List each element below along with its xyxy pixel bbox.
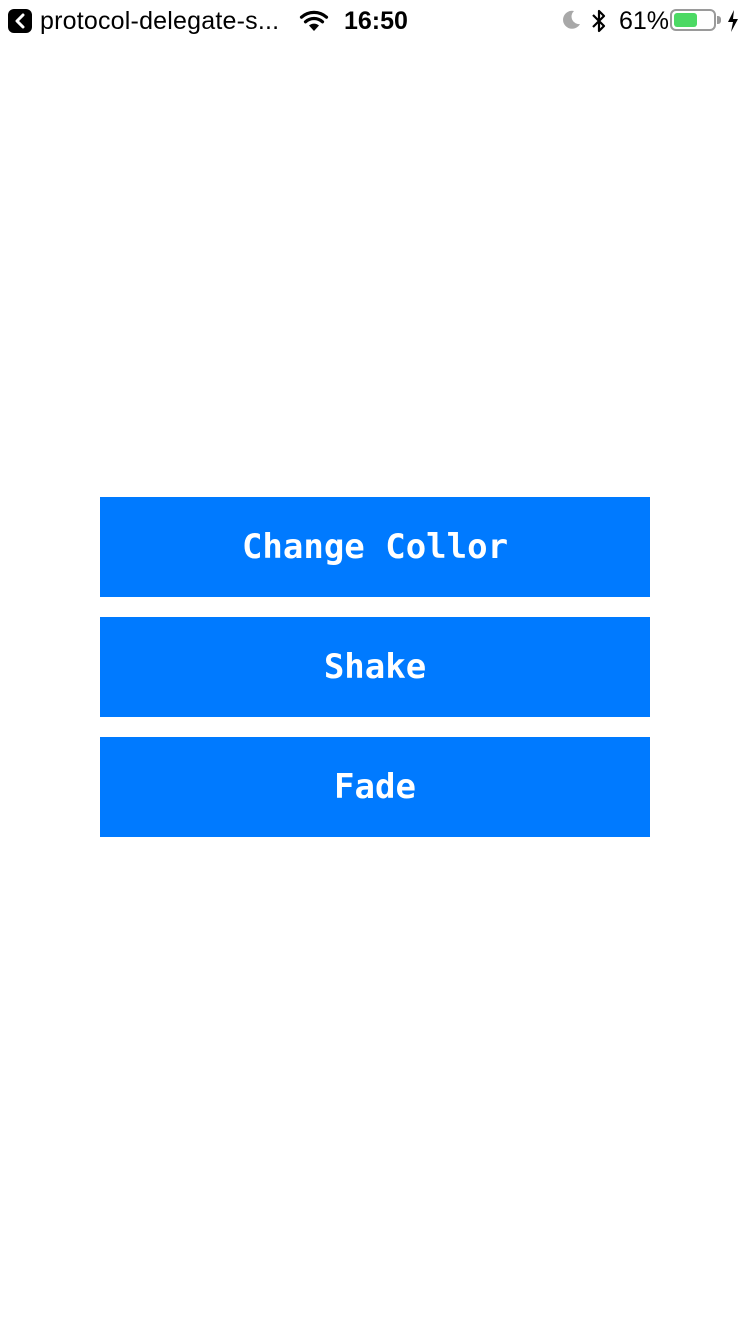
fade-button[interactable]: Fade — [100, 737, 650, 837]
status-time: 16:50 — [344, 7, 408, 35]
charging-bolt-icon — [728, 10, 738, 32]
wifi-icon — [299, 10, 329, 31]
battery-percent: 61% — [619, 7, 670, 35]
back-app-name[interactable]: protocol-delegate-s... — [40, 6, 279, 36]
moon-icon — [563, 10, 580, 29]
battery-icon — [670, 9, 724, 33]
bluetooth-icon — [592, 9, 606, 33]
action-button-group: Change Collor Shake Fade — [100, 497, 650, 857]
shake-button[interactable]: Shake — [100, 617, 650, 717]
change-color-button[interactable]: Change Collor — [100, 497, 650, 597]
back-to-app-button[interactable] — [8, 9, 32, 33]
battery-level-fill — [674, 13, 698, 27]
back-chevron-icon — [15, 13, 25, 29]
status-bar: protocol-delegate-s... 16:50 61% — [0, 0, 750, 40]
